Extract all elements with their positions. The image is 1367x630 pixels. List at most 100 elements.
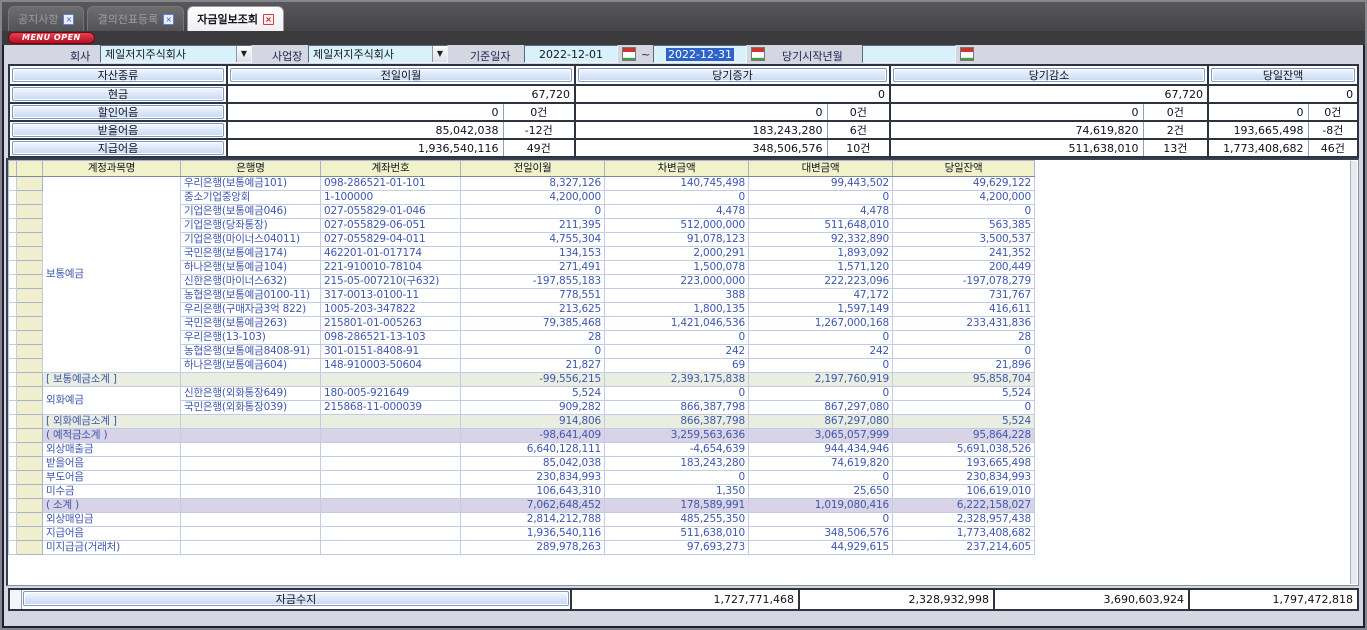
row-selector-cell[interactable] <box>17 345 43 359</box>
account-number-cell[interactable]: 180-005-921649 <box>321 387 461 401</box>
date-from-field[interactable]: 2022-12-01 <box>524 45 618 63</box>
amount-cell[interactable]: 223,000,000 <box>605 275 749 289</box>
date-to-field[interactable]: 2022-12-31 <box>653 45 747 63</box>
amount-cell[interactable]: -4,654,639 <box>605 443 749 457</box>
row-indicator-cell[interactable] <box>9 303 17 317</box>
amount-cell[interactable]: 178,589,991 <box>605 499 749 513</box>
amount-cell[interactable]: 3,259,563,636 <box>605 429 749 443</box>
close-icon[interactable]: × <box>63 14 74 25</box>
amount-cell[interactable]: 5,524 <box>893 387 1035 401</box>
row-indicator-cell[interactable] <box>9 429 17 443</box>
site-select[interactable]: 제일저지주식회사 ▼ <box>308 45 448 63</box>
amount-cell[interactable]: 867,297,080 <box>749 401 893 415</box>
table-row[interactable]: ( 예적금소계 )-98,641,4093,259,563,6363,065,0… <box>9 429 1035 443</box>
amount-cell[interactable]: 2,197,760,919 <box>749 373 893 387</box>
amount-cell[interactable]: 388 <box>605 289 749 303</box>
row-selector-cell[interactable] <box>17 429 43 443</box>
amount-cell[interactable]: 0 <box>461 205 605 219</box>
account-number-cell[interactable]: 215-05-007210(구632) <box>321 275 461 289</box>
amount-cell[interactable]: 0 <box>749 471 893 485</box>
amount-cell[interactable]: 1,773,408,682 <box>893 527 1035 541</box>
account-name-cell[interactable]: 미수금 <box>43 485 181 499</box>
account-name-cell[interactable]: 받을어음 <box>43 457 181 471</box>
account-number-cell[interactable]: 215868-11-000039 <box>321 401 461 415</box>
account-number-cell[interactable] <box>321 443 461 457</box>
amount-cell[interactable]: 106,619,010 <box>893 485 1035 499</box>
amount-cell[interactable]: 233,431,836 <box>893 317 1035 331</box>
amount-cell[interactable]: 242 <box>605 345 749 359</box>
amount-cell[interactable]: 1,893,092 <box>749 247 893 261</box>
bank-name-cell[interactable] <box>181 485 321 499</box>
account-name-cell[interactable]: 미지급금(거래처) <box>43 541 181 555</box>
table-row[interactable]: 보통예금우리은행(보통예금101)098-286521-01-1018,327,… <box>9 177 1035 191</box>
account-name-cell[interactable]: [ 외화예금소계 ] <box>43 415 181 429</box>
calendar-icon[interactable] <box>751 47 765 61</box>
close-icon[interactable]: × <box>163 14 174 25</box>
amount-cell[interactable]: 140,745,498 <box>605 177 749 191</box>
row-indicator-cell[interactable] <box>9 191 17 205</box>
bank-name-cell[interactable]: 우리은행(보통예금101) <box>181 177 321 191</box>
amount-cell[interactable]: 99,443,502 <box>749 177 893 191</box>
row-indicator-cell[interactable] <box>9 345 17 359</box>
row-indicator-cell[interactable] <box>9 443 17 457</box>
amount-cell[interactable]: 1,267,000,168 <box>749 317 893 331</box>
row-indicator-cell[interactable] <box>9 289 17 303</box>
row-selector-cell[interactable] <box>17 247 43 261</box>
row-selector-cell[interactable] <box>17 303 43 317</box>
bank-name-cell[interactable]: 농협은행(보통예금8408-91) <box>181 345 321 359</box>
amount-cell[interactable]: 0 <box>749 331 893 345</box>
amount-cell[interactable]: 242 <box>749 345 893 359</box>
row-indicator-cell[interactable] <box>9 499 17 513</box>
bank-name-cell[interactable] <box>181 443 321 457</box>
menu-open-button[interactable]: MENU OPEN <box>8 32 95 44</box>
tab-daily-fund-report[interactable]: 자금일보조회 × <box>187 6 284 31</box>
amount-cell[interactable]: 21,896 <box>893 359 1035 373</box>
bank-name-cell[interactable]: 신한은행(마이너스632) <box>181 275 321 289</box>
row-indicator-cell[interactable] <box>9 205 17 219</box>
bank-name-cell[interactable] <box>181 429 321 443</box>
amount-cell[interactable]: 289,978,263 <box>461 541 605 555</box>
amount-cell[interactable]: -197,855,183 <box>461 275 605 289</box>
tab-notice[interactable]: 공지사항 × <box>8 6 84 31</box>
account-number-cell[interactable]: 027-055829-06-051 <box>321 219 461 233</box>
amount-cell[interactable]: 213,625 <box>461 303 605 317</box>
amount-cell[interactable]: 2,328,957,438 <box>893 513 1035 527</box>
amount-cell[interactable]: 1,019,080,416 <box>749 499 893 513</box>
table-row[interactable]: 외화예금신한은행(외화통장649)180-005-9216495,524005,… <box>9 387 1035 401</box>
row-selector-cell[interactable] <box>17 261 43 275</box>
account-number-cell[interactable]: 098-286521-13-103 <box>321 331 461 345</box>
account-name-cell[interactable]: 지급어음 <box>43 527 181 541</box>
amount-cell[interactable]: 0 <box>749 513 893 527</box>
row-indicator-cell[interactable] <box>9 471 17 485</box>
amount-cell[interactable]: 28 <box>461 331 605 345</box>
bank-name-cell[interactable] <box>181 541 321 555</box>
amount-cell[interactable]: 909,282 <box>461 401 605 415</box>
amount-cell[interactable]: 47,172 <box>749 289 893 303</box>
account-name-cell[interactable]: 외상매입금 <box>43 513 181 527</box>
amount-cell[interactable]: 4,478 <box>749 205 893 219</box>
amount-cell[interactable]: 193,665,498 <box>893 457 1035 471</box>
amount-cell[interactable]: 5,524 <box>893 415 1035 429</box>
row-indicator-cell[interactable] <box>9 373 17 387</box>
amount-cell[interactable]: 85,042,038 <box>461 457 605 471</box>
close-icon[interactable]: × <box>263 14 274 25</box>
amount-cell[interactable]: 3,065,057,999 <box>749 429 893 443</box>
row-selector-cell[interactable] <box>17 443 43 457</box>
amount-cell[interactable]: 7,062,648,452 <box>461 499 605 513</box>
amount-cell[interactable]: 222,223,096 <box>749 275 893 289</box>
bank-name-cell[interactable]: 우리은행(구매자금3억 822) <box>181 303 321 317</box>
account-name-cell[interactable]: 외상매출금 <box>43 443 181 457</box>
amount-cell[interactable]: 3,500,537 <box>893 233 1035 247</box>
account-number-cell[interactable]: 1005-203-347822 <box>321 303 461 317</box>
bank-name-cell[interactable]: 국민은행(보통예금174) <box>181 247 321 261</box>
amount-cell[interactable]: -99,556,215 <box>461 373 605 387</box>
bank-name-cell[interactable] <box>181 471 321 485</box>
row-selector-cell[interactable] <box>17 401 43 415</box>
amount-cell[interactable]: 8,327,126 <box>461 177 605 191</box>
amount-cell[interactable]: 211,395 <box>461 219 605 233</box>
amount-cell[interactable]: 4,755,304 <box>461 233 605 247</box>
amount-cell[interactable]: 0 <box>605 471 749 485</box>
amount-cell[interactable]: 5,524 <box>461 387 605 401</box>
amount-cell[interactable]: 25,650 <box>749 485 893 499</box>
amount-cell[interactable]: 0 <box>893 401 1035 415</box>
